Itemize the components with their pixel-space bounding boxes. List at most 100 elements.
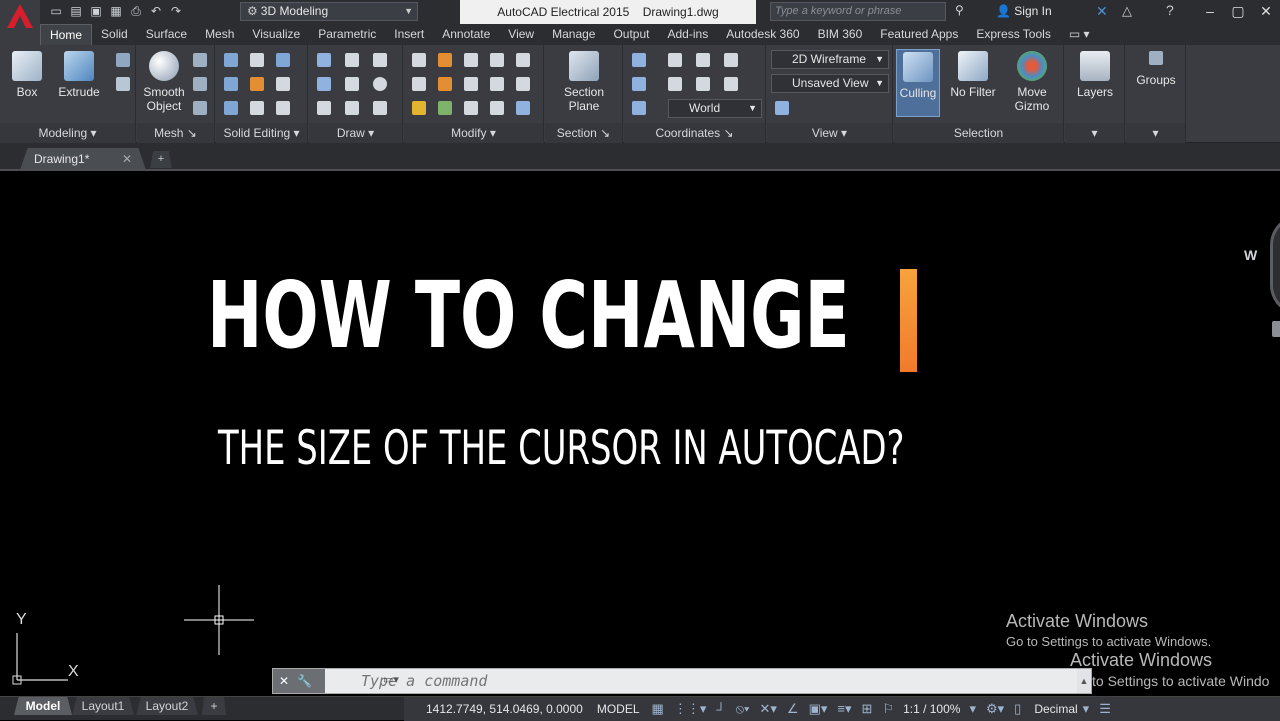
panel-title-modeling[interactable]: Modeling ▾: [0, 123, 135, 143]
groups-button[interactable]: Groups: [1132, 51, 1180, 87]
lineweight-icon[interactable]: ∠: [787, 701, 799, 717]
viewport-config-icon[interactable]: [775, 101, 789, 115]
culling-button[interactable]: Culling: [896, 49, 940, 117]
tab-visualize[interactable]: Visualize: [243, 24, 309, 45]
smooth-less-icon[interactable]: [193, 77, 207, 91]
tab-home[interactable]: Home: [40, 24, 93, 45]
ucs-z-icon[interactable]: [724, 53, 738, 67]
command-history-icon[interactable]: ▭▾: [383, 673, 399, 686]
maximize-icon[interactable]: ▢: [1224, 0, 1252, 24]
ucs-menu-icon[interactable]: [1272, 321, 1280, 337]
intersect-icon[interactable]: [224, 101, 238, 115]
scale-select[interactable]: 1:1 / 100%: [903, 702, 960, 716]
ucs-3point-icon[interactable]: [696, 77, 710, 91]
tab-insert[interactable]: Insert: [385, 24, 433, 45]
trim-icon[interactable]: [516, 53, 530, 67]
panel-title-view[interactable]: View ▾: [767, 123, 892, 143]
tab-bim-360[interactable]: BIM 360: [809, 24, 872, 45]
isolate-icon[interactable]: ▯: [1014, 701, 1021, 717]
annotation-scale-icon[interactable]: ⚐: [882, 701, 894, 717]
ucs-icon[interactable]: [632, 53, 646, 67]
presspull-icon[interactable]: [116, 53, 130, 67]
command-input[interactable]: [325, 669, 1077, 693]
tab-solid[interactable]: Solid: [92, 24, 137, 45]
layout-tab-layout2[interactable]: Layout2: [136, 697, 198, 715]
panel-title-modify[interactable]: Modify ▾: [404, 123, 543, 143]
tab-view[interactable]: View: [499, 24, 543, 45]
panel-title-solid-editing[interactable]: Solid Editing ▾: [216, 123, 307, 143]
tab-parametric[interactable]: Parametric: [309, 24, 385, 45]
panel-title-selection[interactable]: Selection: [894, 123, 1063, 143]
selection-cycling-icon[interactable]: ≡▾: [837, 701, 851, 717]
workspace-gear-icon[interactable]: ⚙▾: [986, 701, 1004, 717]
model-space-toggle[interactable]: MODEL: [597, 702, 640, 716]
tab-manage[interactable]: Manage: [543, 24, 604, 45]
grid-icon[interactable]: ▦: [652, 701, 664, 717]
ucs-world-select[interactable]: World ▼: [668, 99, 762, 118]
fillet-icon[interactable]: [516, 77, 530, 91]
helix-icon[interactable]: [345, 53, 359, 67]
move-gizmo-button[interactable]: Move Gizmo: [1008, 51, 1056, 113]
slice-icon[interactable]: [250, 53, 264, 67]
layout-tab-model[interactable]: Model: [14, 697, 72, 715]
object-snap-icon[interactable]: ✕▾: [760, 701, 777, 717]
binoculars-icon[interactable]: ⚲: [955, 3, 964, 17]
tab-surface[interactable]: Surface: [137, 24, 196, 45]
smooth-more-icon[interactable]: [193, 53, 207, 67]
tab-add-ins[interactable]: Add-ins: [659, 24, 718, 45]
close-tab-icon[interactable]: ✕: [122, 148, 132, 170]
erase-icon[interactable]: [412, 101, 426, 115]
copy-icon[interactable]: [412, 77, 426, 91]
ucs-face-icon[interactable]: [632, 101, 646, 115]
panel-title-draw[interactable]: Draw ▾: [309, 123, 402, 143]
save-as-icon[interactable]: ▦: [108, 3, 124, 19]
panel-expand-layers[interactable]: ▾: [1065, 123, 1124, 143]
panel-title-coordinates[interactable]: Coordinates ↘: [624, 123, 765, 143]
viewcube[interactable]: W: [1238, 215, 1280, 345]
command-expand-icon[interactable]: ▲: [1077, 669, 1091, 693]
close-icon[interactable]: ✕: [1252, 0, 1280, 24]
chevron-down-icon[interactable]: ▾: [969, 701, 976, 717]
panel-expand-groups[interactable]: ▾: [1126, 123, 1185, 143]
subtract-icon[interactable]: [224, 77, 238, 91]
ribbon-toggle-icon[interactable]: ▭ ▾: [1060, 24, 1099, 45]
saved-view-select[interactable]: Unsaved View ▼: [771, 74, 889, 93]
tab-mesh[interactable]: Mesh: [196, 24, 243, 45]
ucs-x-icon[interactable]: [668, 53, 682, 67]
undo-icon[interactable]: ↶: [148, 3, 164, 19]
offset-icon[interactable]: [464, 77, 478, 91]
tab-autodesk-360[interactable]: Autodesk 360: [717, 24, 808, 45]
union-icon[interactable]: [224, 53, 238, 67]
align-icon[interactable]: [438, 101, 452, 115]
customization-icon[interactable]: ☰: [1099, 701, 1111, 717]
smooth-object-button[interactable]: Smooth Object: [139, 51, 189, 113]
explode-icon[interactable]: [412, 53, 426, 67]
panel-title-section[interactable]: Section ↘: [545, 123, 622, 143]
scale-icon[interactable]: [464, 101, 478, 115]
stretch-icon[interactable]: [490, 53, 504, 67]
coordinate-readout[interactable]: 1412.7749, 514.0469, 0.0000: [426, 702, 583, 716]
ucs-origin-icon[interactable]: [668, 77, 682, 91]
wrench-icon[interactable]: 🔧: [297, 674, 312, 688]
units-select[interactable]: Decimal: [1034, 702, 1077, 716]
polar-tracking-icon[interactable]: ⦸▾: [736, 701, 750, 717]
rotate-icon[interactable]: [438, 77, 452, 91]
new-file-icon[interactable]: ▭: [48, 3, 64, 19]
help-icon[interactable]: ?: [1166, 2, 1174, 18]
tab-annotate[interactable]: Annotate: [433, 24, 499, 45]
no-filter-button[interactable]: No Filter: [948, 51, 998, 99]
extract-edges-icon[interactable]: [276, 53, 290, 67]
join-icon[interactable]: [516, 101, 530, 115]
polygon-icon[interactable]: [317, 101, 331, 115]
sign-in-button[interactable]: 👤 Sign In: [996, 4, 1052, 18]
separate-icon[interactable]: [276, 101, 290, 115]
minimize-icon[interactable]: –: [1196, 0, 1224, 24]
visual-style-select[interactable]: 2D Wireframe ▼: [771, 50, 889, 69]
ucs-zaxis-icon[interactable]: [724, 77, 738, 91]
save-icon[interactable]: ▣: [88, 3, 104, 19]
polysolid-icon[interactable]: [116, 77, 130, 91]
box-button[interactable]: Box: [8, 51, 46, 99]
transparency-icon[interactable]: ▣▾: [809, 701, 828, 717]
mirror-icon[interactable]: [490, 77, 504, 91]
annotation-visibility-icon[interactable]: ⊞: [862, 701, 873, 717]
